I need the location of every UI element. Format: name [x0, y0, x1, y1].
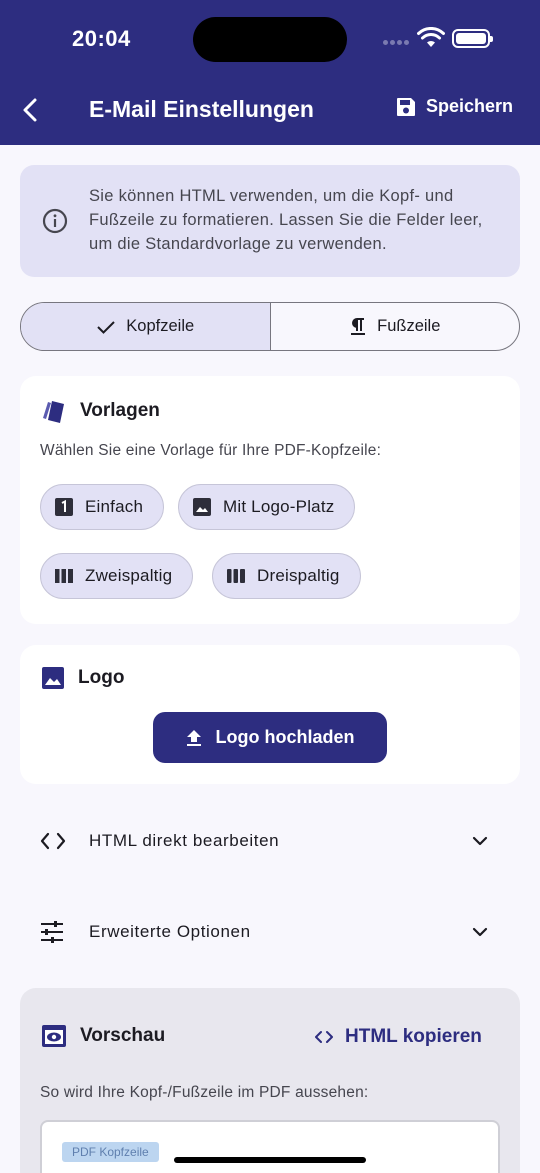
save-icon: [397, 97, 415, 116]
columns-icon: [227, 569, 245, 583]
app-header: 20:04 E-Mail Einstellungen Speichern: [0, 0, 540, 145]
logo-card: Logo Logo hochladen: [20, 645, 520, 784]
cellular-signal-icon: [383, 40, 411, 46]
chevron-down-icon: [472, 927, 488, 937]
copy-html-button[interactable]: HTML kopieren: [315, 1026, 482, 1048]
chip-zweispaltig[interactable]: Zweispaltig: [40, 553, 194, 599]
home-indicator: [174, 1157, 366, 1163]
logo-title: Logo: [42, 667, 124, 689]
chip-einfach[interactable]: Einfach: [40, 484, 165, 530]
preview-card: Vorschau HTML kopieren So wird Ihre Kopf…: [20, 988, 520, 1173]
save-button[interactable]: Speichern: [396, 96, 513, 117]
chevron-down-icon: [472, 836, 488, 846]
segment-footer-label: Fußzeile: [377, 317, 441, 335]
html-edit-expander[interactable]: HTML direkt bearbeiten: [20, 813, 520, 869]
save-label: Speichern: [426, 96, 514, 116]
code-icon: [40, 832, 66, 850]
advanced-options-label: Erweiterte Optionen: [89, 922, 251, 941]
image-icon: [42, 667, 64, 689]
header-footer-toggle: Kopfzeile Fußzeile: [20, 302, 520, 351]
preview-icon: [42, 1025, 66, 1047]
number-one-icon: [55, 498, 73, 516]
chip-mit-logo-platz[interactable]: Mit Logo-Platz: [178, 484, 356, 530]
preview-frame: PDF Kopfzeile: [40, 1120, 500, 1173]
preview-tag: PDF Kopfzeile: [62, 1142, 159, 1162]
back-button[interactable]: [14, 92, 46, 128]
info-icon: [42, 208, 68, 234]
page-title: E-Mail Einstellungen: [89, 96, 314, 122]
dynamic-island: [193, 17, 347, 62]
template-swatch-icon: [43, 401, 64, 423]
templates-subtitle: Wählen Sie eine Vorlage für Ihre PDF-Kop…: [40, 442, 382, 459]
status-time: 20:04: [72, 26, 131, 51]
segment-header-label: Kopfzeile: [126, 317, 195, 335]
chevron-left-icon: [23, 98, 37, 122]
templates-title: Vorlagen: [40, 398, 160, 424]
advanced-options-expander[interactable]: Erweiterte Optionen: [20, 904, 520, 960]
chip-dreispaltig[interactable]: Dreispaltig: [212, 553, 361, 599]
preview-title: Vorschau: [42, 1025, 165, 1047]
preview-subtitle: So wird Ihre Kopf-/Fußzeile im PDF ausse…: [40, 1084, 369, 1101]
html-edit-label: HTML direkt bearbeiten: [89, 831, 280, 850]
wifi-icon: [417, 27, 445, 47]
templates-card: Vorlagen Wählen Sie eine Vorlage für Ihr…: [20, 376, 520, 624]
info-banner: Sie können HTML verwenden, um die Kopf- …: [20, 165, 520, 277]
upload-icon: [186, 729, 201, 746]
info-text: Sie können HTML verwenden, um die Kopf- …: [89, 187, 483, 253]
segment-header[interactable]: Kopfzeile: [21, 303, 271, 350]
check-icon: [97, 320, 116, 334]
tune-icon: [41, 921, 63, 943]
battery-icon: [452, 29, 493, 48]
paragraph-icon: [351, 317, 366, 335]
columns-icon: [55, 569, 73, 583]
code-icon: [315, 1031, 333, 1043]
segment-footer[interactable]: Fußzeile: [271, 303, 520, 350]
image-icon: [193, 498, 211, 516]
upload-logo-button[interactable]: Logo hochladen: [153, 712, 387, 763]
